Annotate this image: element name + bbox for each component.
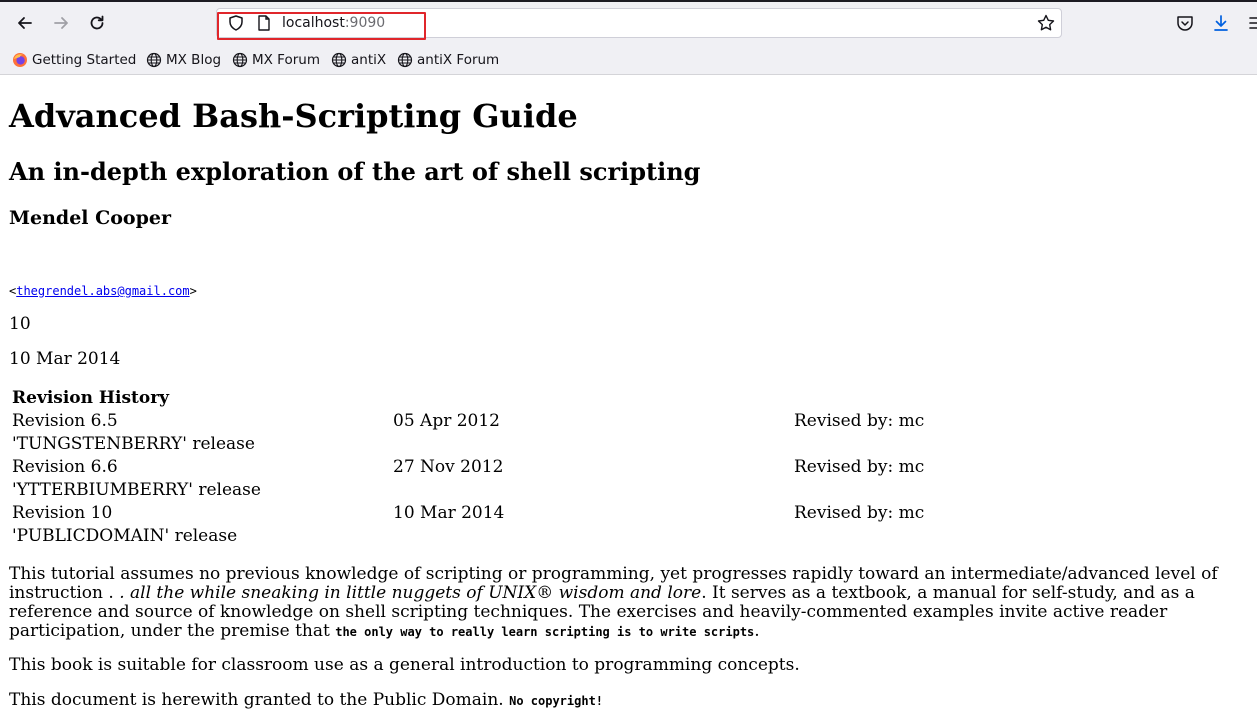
revision-author: Revised by: mc <box>794 457 925 477</box>
revision-number: Revision 6.6 <box>12 457 118 477</box>
bookmark-antix-forum[interactable]: antiX Forum <box>397 50 499 70</box>
bookmark-label: MX Blog <box>166 52 222 68</box>
abstract-paragraph: This tutorial assumes no previous knowle… <box>9 565 1249 642</box>
revision-number: Revision 6.5 <box>12 411 118 431</box>
publication-date: 10 Mar 2014 <box>9 349 121 369</box>
bookmark-mx-blog[interactable]: MX Blog <box>146 50 221 70</box>
arrow-left-icon <box>18 17 32 29</box>
bookmark-label: MX Forum <box>252 52 320 68</box>
revision-number: Revision 10 <box>12 503 113 523</box>
bookmark-label: antiX <box>351 52 387 68</box>
bookmark-label: Getting Started <box>32 52 137 68</box>
reload-button[interactable] <box>83 9 111 37</box>
revision-date: 05 Apr 2012 <box>393 411 500 431</box>
revision-note: 'PUBLICDOMAIN' release <box>12 526 238 546</box>
revision-note: 'YTTERBIUMBERRY' release <box>12 480 261 500</box>
reload-icon <box>90 15 104 30</box>
no-copyright-notice: No copyright! <box>509 694 604 708</box>
author-name: Mendel Cooper <box>9 207 171 229</box>
forward-button[interactable] <box>47 9 75 37</box>
abstract-premise: the only way to really learn scripting i… <box>335 625 755 639</box>
classroom-paragraph: This book is suitable for classroom use … <box>9 655 800 675</box>
menu-icon[interactable] <box>1247 13 1257 33</box>
abstract-emphasis: . all the while sneaking in little nugge… <box>119 583 702 603</box>
url-highlight-box <box>217 12 426 40</box>
revision-note: 'TUNGSTENBERRY' release <box>12 434 255 454</box>
window-top-border <box>0 0 1257 2</box>
license-paragraph: This document is herewith granted to the… <box>9 691 1249 711</box>
license-text: This document is herewith granted to the… <box>9 690 510 710</box>
revision-author: Revised by: mc <box>794 503 925 523</box>
pocket-icon[interactable] <box>1175 13 1195 33</box>
email-link[interactable]: thegrendel.abs@gmail.com <box>16 284 189 298</box>
revision-date: 27 Nov 2012 <box>393 457 504 477</box>
firefox-icon <box>13 53 27 67</box>
release-number: 10 <box>9 314 31 334</box>
browser-toolbar: localhost:9090 Getting Started MX Blog M… <box>0 0 1257 75</box>
email-close-bracket: > <box>189 284 197 298</box>
bookmark-antix[interactable]: antiX <box>331 50 386 70</box>
revision-date: 10 Mar 2014 <box>393 503 505 523</box>
revision-author: Revised by: mc <box>794 411 925 431</box>
globe-icon <box>146 52 162 68</box>
back-button[interactable] <box>11 9 39 37</box>
downloads-icon[interactable] <box>1211 13 1231 33</box>
globe-icon <box>331 52 347 68</box>
globe-icon <box>232 52 248 68</box>
bookmark-label: antiX Forum <box>417 52 500 68</box>
bookmark-star-icon[interactable] <box>1036 13 1056 33</box>
bookmark-getting-started[interactable]: Getting Started <box>12 50 136 70</box>
bookmark-mx-forum[interactable]: MX Forum <box>232 50 320 70</box>
author-email: <thegrendel.abs@gmail.com> <box>9 284 197 298</box>
abstract-period: . <box>754 621 760 641</box>
globe-icon <box>397 52 413 68</box>
page-title: Advanced Bash-Scripting Guide <box>9 97 578 135</box>
arrow-right-icon <box>54 17 68 29</box>
page-subtitle: An in-depth exploration of the art of sh… <box>9 157 701 186</box>
revision-history-heading: Revision History <box>12 388 170 408</box>
